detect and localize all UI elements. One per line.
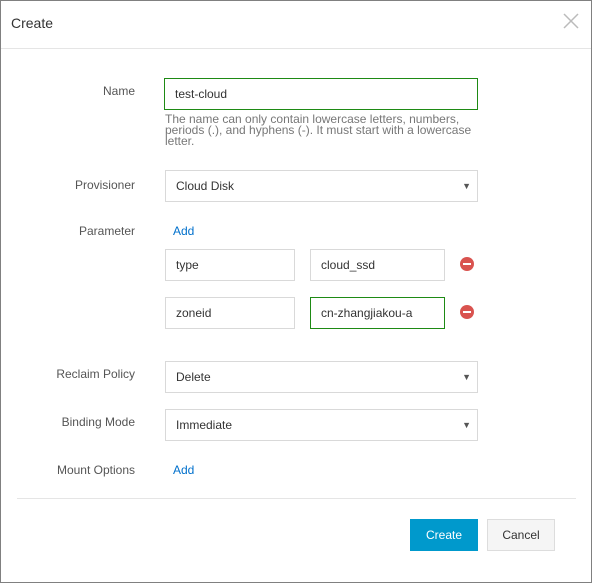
parameter-label: Parameter bbox=[78, 224, 135, 238]
mount-options-label: Mount Options bbox=[56, 463, 135, 477]
chevron-down-icon: ▼ bbox=[462, 181, 471, 191]
parameter-value-input[interactable]: cloud_ssd bbox=[310, 249, 445, 281]
cancel-button[interactable]: Cancel bbox=[487, 519, 555, 551]
add-parameter-link[interactable]: Add bbox=[173, 224, 194, 238]
parameter-value-input[interactable]: cn-zhangjiakou-a bbox=[310, 297, 445, 329]
name-input[interactable]: test-cloud bbox=[164, 78, 478, 110]
provisioner-select[interactable]: Cloud Disk ▼ bbox=[165, 170, 478, 202]
reclaim-policy-select[interactable]: Delete ▼ bbox=[165, 361, 478, 393]
create-dialog: Create Name test-cloud The name can only… bbox=[0, 0, 592, 583]
add-mount-option-link[interactable]: Add bbox=[173, 463, 194, 477]
reclaim-policy-label: Reclaim Policy bbox=[56, 367, 135, 381]
reclaim-policy-select-value: Delete bbox=[176, 370, 211, 384]
chevron-down-icon: ▼ bbox=[462, 372, 471, 382]
parameter-key-value: zoneid bbox=[176, 306, 212, 320]
parameter-value-value: cn-zhangjiakou-a bbox=[321, 306, 413, 320]
name-label: Name bbox=[102, 84, 135, 98]
dialog-title: Create bbox=[11, 15, 54, 31]
parameter-key-input[interactable]: zoneid bbox=[165, 297, 295, 329]
binding-mode-label: Binding Mode bbox=[61, 415, 135, 429]
binding-mode-select-value: Immediate bbox=[176, 418, 233, 432]
remove-parameter-icon[interactable] bbox=[460, 305, 474, 319]
name-input-value: test-cloud bbox=[175, 87, 228, 101]
name-hint: The name can only contain lowercase lett… bbox=[165, 112, 472, 148]
footer-divider bbox=[17, 498, 576, 499]
parameter-key-input[interactable]: type bbox=[165, 249, 295, 281]
create-button[interactable]: Create bbox=[410, 519, 478, 551]
remove-parameter-icon[interactable] bbox=[460, 257, 474, 271]
parameter-value-value: cloud_ssd bbox=[321, 258, 376, 272]
binding-mode-select[interactable]: Immediate ▼ bbox=[165, 409, 478, 441]
close-icon[interactable] bbox=[563, 13, 579, 29]
chevron-down-icon: ▼ bbox=[462, 420, 471, 430]
provisioner-label: Provisioner bbox=[74, 178, 135, 192]
parameter-key-value: type bbox=[176, 258, 199, 272]
dialog-header: Create bbox=[1, 1, 591, 49]
provisioner-select-value: Cloud Disk bbox=[176, 179, 235, 193]
